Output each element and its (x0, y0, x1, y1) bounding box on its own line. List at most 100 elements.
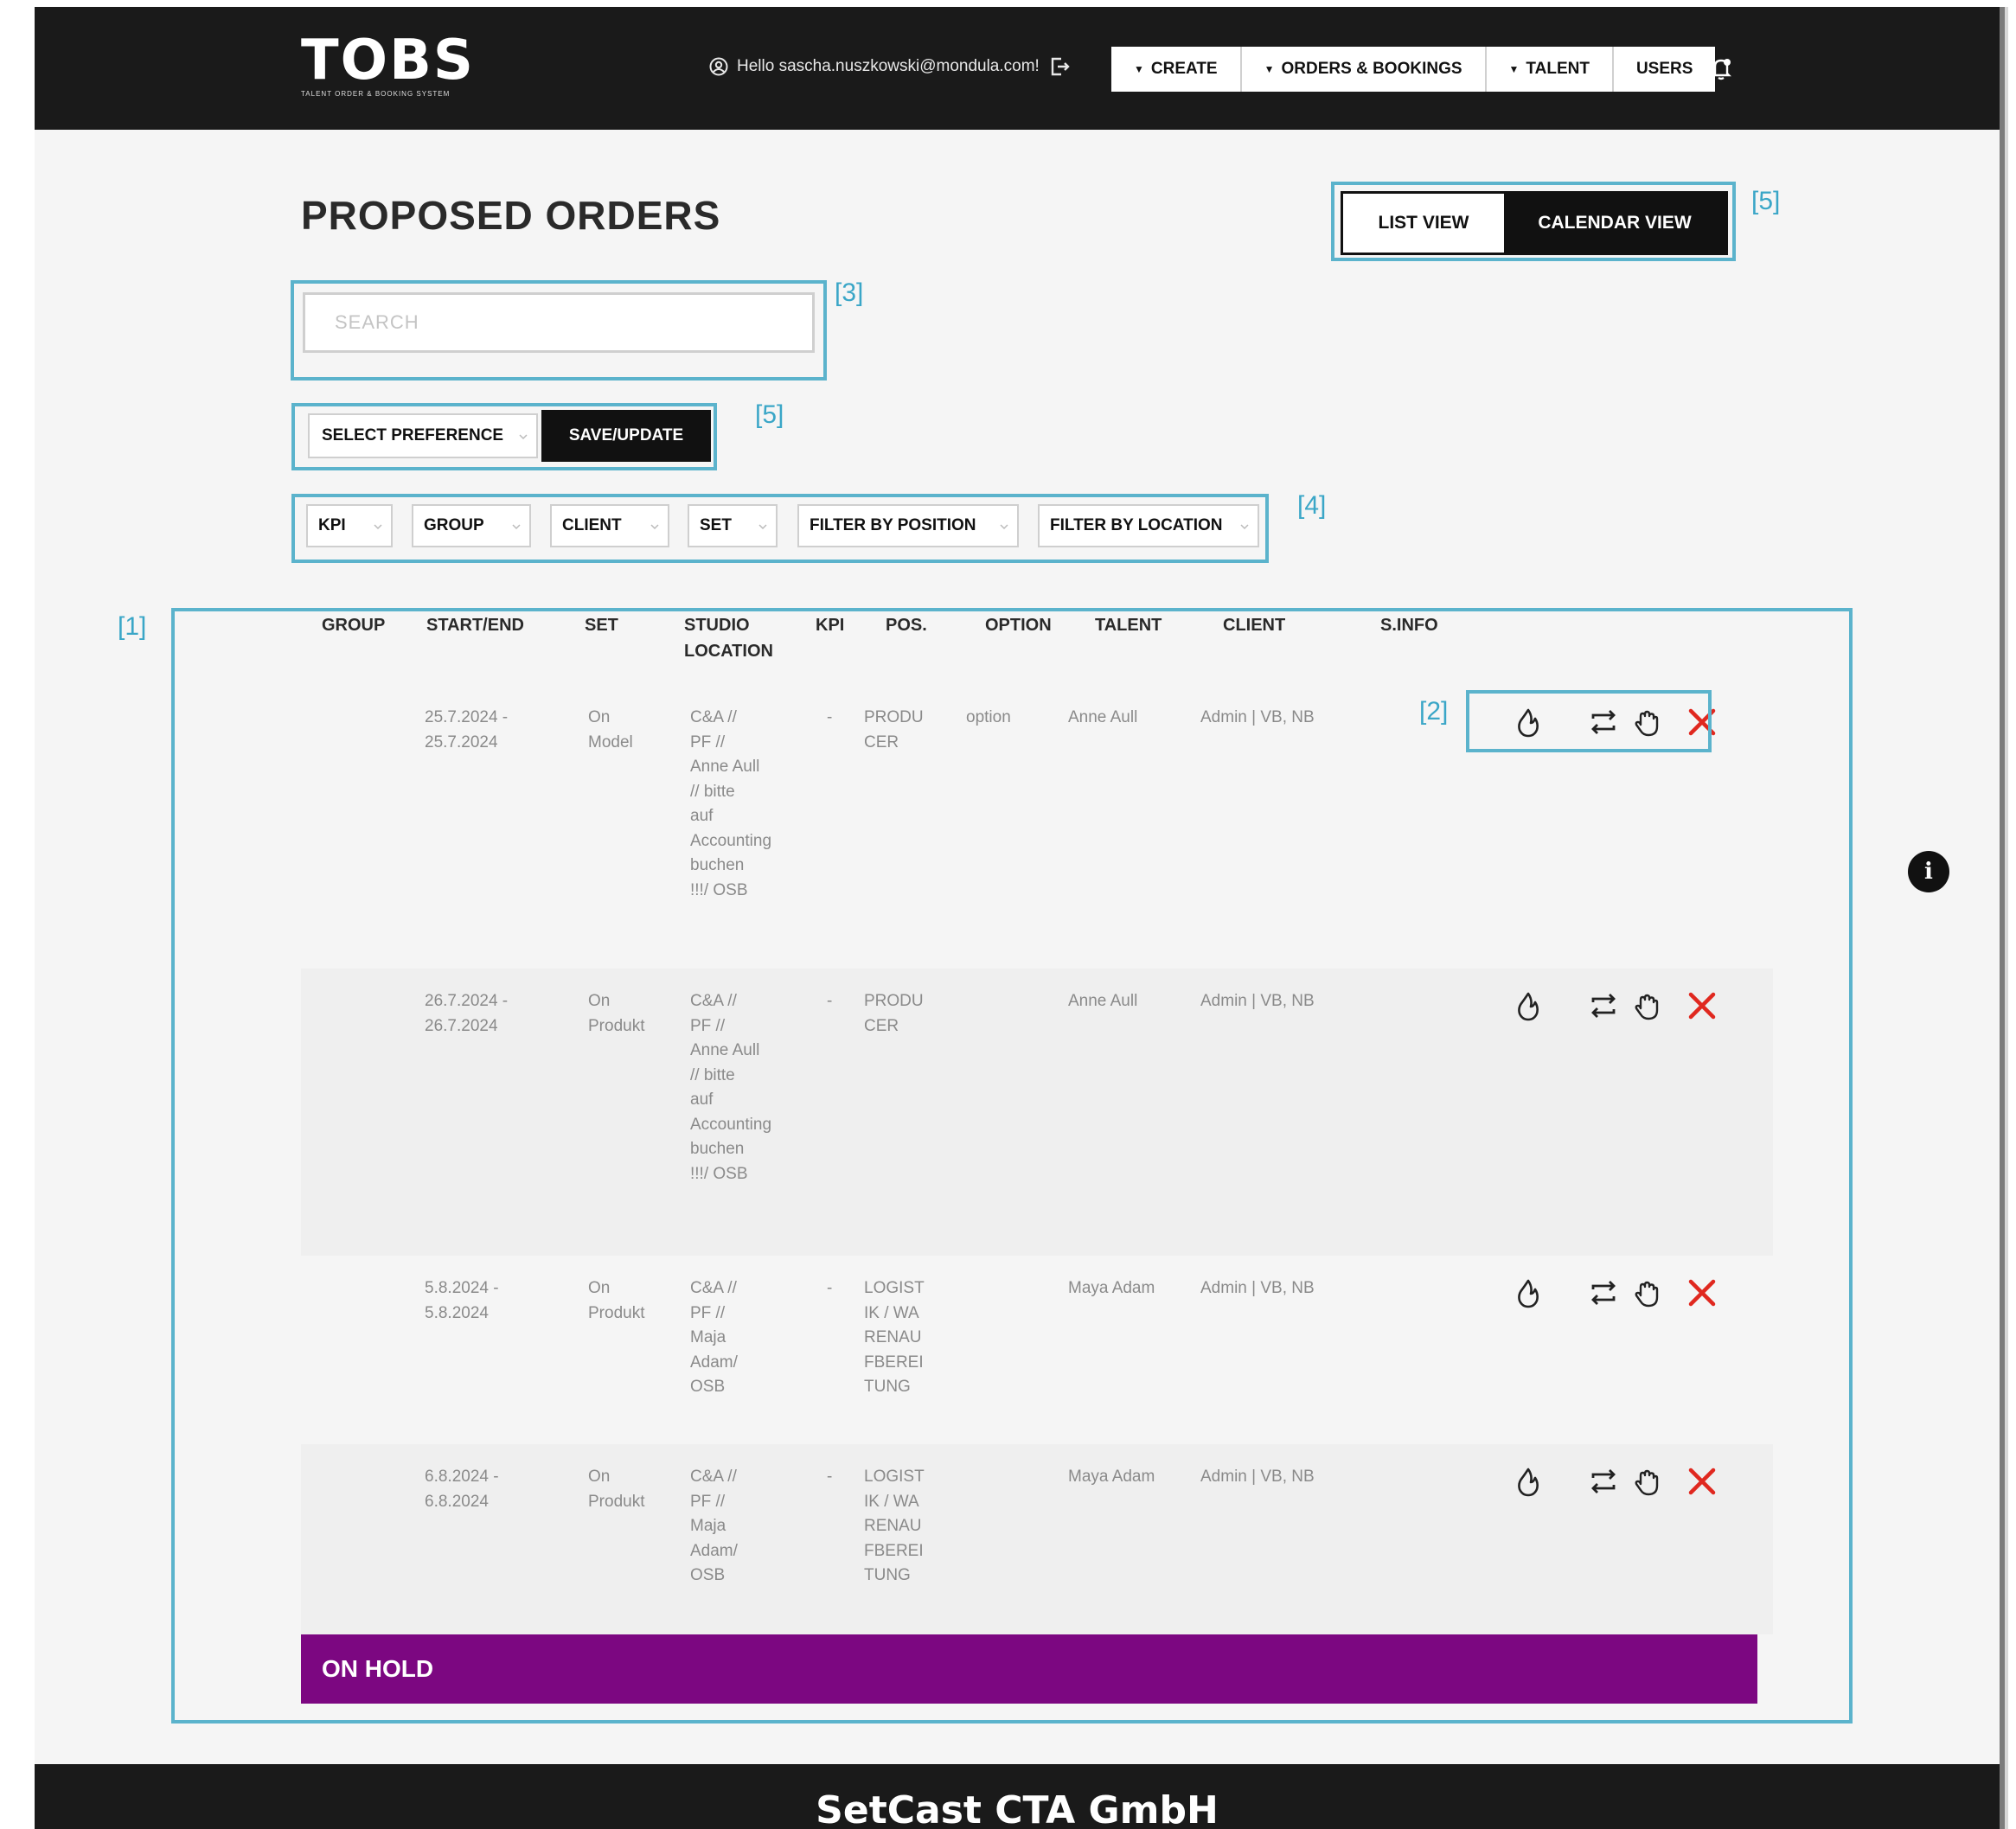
close-icon[interactable] (1687, 1278, 1717, 1308)
cell-studio-location: C&A // PF // Maja Adam/ OSB (690, 1468, 738, 1584)
swap-icon[interactable] (1588, 1467, 1619, 1496)
column-header-option[interactable]: OPTION (985, 612, 1052, 638)
greeting-text: Hello sascha.nuszkowski@mondula.com! (737, 57, 1040, 75)
cell-start-end: 26.7.2024 - 26.7.2024 (425, 992, 509, 1035)
caret-down-icon: ▼ (1508, 63, 1520, 75)
annotation-label: [1] (118, 612, 147, 641)
cell-pos: LOGISTIK / WARENAUFBEREITUNG (864, 1279, 925, 1396)
cell-client: Admin | VB, NB (1200, 992, 1315, 1010)
page-title: PROPOSED ORDERS (301, 193, 721, 238)
logo-text: TOBS (301, 29, 475, 93)
nav-create[interactable]: ▼ CREATE (1111, 47, 1242, 92)
nav-create-label: CREATE (1150, 60, 1218, 78)
filter-group[interactable]: GROUP (412, 504, 531, 547)
info-icon[interactable]: i (1908, 851, 1949, 892)
filter-location[interactable]: FILTER BY LOCATION (1038, 504, 1259, 547)
cell-set: On Produkt (588, 1468, 645, 1511)
close-icon[interactable] (1687, 1467, 1717, 1496)
filter-client[interactable]: CLIENT (550, 504, 669, 547)
column-header-pos[interactable]: POS. (886, 612, 927, 638)
logout-icon[interactable] (1048, 55, 1071, 78)
annotation-label: [4] (1297, 491, 1327, 520)
cell-kpi: - (827, 708, 833, 726)
column-header-group[interactable]: GROUP (322, 612, 385, 638)
on-hold-section-header[interactable]: ON HOLD (301, 1634, 1757, 1704)
nav-users[interactable]: USERS (1614, 47, 1715, 92)
cell-client: Admin | VB, NB (1200, 708, 1315, 726)
save-update-button[interactable]: SAVE/UPDATE (541, 410, 711, 462)
row-actions (1514, 1467, 1722, 1501)
chevron-down-icon (758, 524, 767, 530)
user-greeting: Hello sascha.nuszkowski@mondula.com! (709, 55, 1071, 78)
annotation-label: [5] (1751, 187, 1781, 215)
fire-icon[interactable] (1514, 1467, 1542, 1498)
calendar-view-button[interactable]: CALENDAR VIEW (1504, 194, 1725, 253)
fire-icon[interactable] (1514, 1278, 1542, 1309)
caret-down-icon: ▼ (1264, 63, 1275, 75)
user-icon (709, 57, 728, 76)
cell-talent: Anne Aull (1068, 992, 1138, 1010)
hand-icon[interactable] (1633, 991, 1661, 1022)
chevron-down-icon (374, 524, 382, 530)
cell-kpi: - (827, 992, 833, 1010)
filter-set[interactable]: SET (688, 504, 778, 547)
fire-icon[interactable] (1514, 991, 1542, 1022)
cell-talent: Anne Aull (1068, 708, 1138, 726)
column-header-set[interactable]: SET (585, 612, 618, 638)
row-actions (1514, 991, 1722, 1026)
filter-location-label: FILTER BY LOCATION (1050, 516, 1223, 534)
swap-icon[interactable] (1588, 1278, 1619, 1308)
cell-set: On Produkt (588, 1279, 645, 1322)
table-row: 26.7.2024 - 26.7.2024 On Produkt C&A // … (301, 969, 1773, 1256)
logo-tagline: TALENT ORDER & BOOKING SYSTEM (301, 90, 451, 98)
nav-users-label: USERS (1635, 60, 1693, 78)
hand-icon[interactable] (1633, 1278, 1661, 1309)
table-row: 6.8.2024 - 6.8.2024 On Produkt C&A // PF… (301, 1444, 1773, 1634)
filter-position[interactable]: FILTER BY POSITION (797, 504, 1019, 547)
preference-select-label: SELECT PREFERENCE (322, 426, 504, 444)
column-header-client[interactable]: CLIENT (1223, 612, 1285, 638)
column-header-sinfo[interactable]: S.INFO (1380, 612, 1438, 638)
notification-bell-icon[interactable] (1708, 55, 1734, 81)
view-toggle: LIST VIEW CALENDAR VIEW (1341, 191, 1728, 255)
filter-client-label: CLIENT (562, 516, 622, 534)
main-nav: ▼ CREATE ▼ ORDERS & BOOKINGS ▼ TALENT US… (1111, 47, 1716, 92)
filter-position-label: FILTER BY POSITION (810, 516, 976, 534)
annotation-label: [2] (1419, 697, 1449, 726)
nav-orders-label: ORDERS & BOOKINGS (1281, 60, 1462, 78)
filter-kpi[interactable]: KPI (306, 504, 393, 547)
chevron-down-icon (650, 524, 659, 530)
cell-set: On Produkt (588, 992, 645, 1035)
logo[interactable]: TOBS TALENT ORDER & BOOKING SYSTEM (301, 33, 475, 98)
column-header-studio-location[interactable]: STUDIO LOCATION (684, 612, 788, 664)
row-actions (1514, 1278, 1722, 1313)
cell-studio-location: C&A // PF // Maja Adam/ OSB (690, 1279, 738, 1396)
list-view-button[interactable]: LIST VIEW (1343, 194, 1504, 253)
footer-company: SetCast CTA GmbH (816, 1788, 1219, 1829)
swap-icon[interactable] (1588, 991, 1619, 1020)
filter-group-label: GROUP (424, 516, 484, 534)
filter-set-label: SET (700, 516, 732, 534)
cell-set: On Model (588, 708, 633, 751)
cell-start-end: 25.7.2024 - 25.7.2024 (425, 708, 509, 751)
cell-start-end: 6.8.2024 - 6.8.2024 (425, 1468, 499, 1511)
cell-studio-location: C&A // PF // Anne Aull // bitte auf Acco… (690, 992, 772, 1183)
close-icon[interactable] (1687, 991, 1717, 1020)
caret-down-icon: ▼ (1134, 63, 1144, 75)
table-row: 5.8.2024 - 5.8.2024 On Produkt C&A // PF… (301, 1256, 1773, 1444)
nav-orders-bookings[interactable]: ▼ ORDERS & BOOKINGS (1242, 47, 1487, 92)
cell-pos: LOGISTIK / WARENAUFBEREITUNG (864, 1468, 925, 1584)
preference-select[interactable]: SELECT PREFERENCE (308, 413, 538, 458)
column-header-start-end[interactable]: START/END (426, 612, 524, 638)
nav-talent[interactable]: ▼ TALENT (1487, 47, 1614, 92)
filter-kpi-label: KPI (318, 516, 346, 534)
top-navbar: TOBS TALENT ORDER & BOOKING SYSTEM Hello… (35, 7, 2000, 130)
column-header-kpi[interactable]: KPI (816, 612, 844, 638)
search-input[interactable]: SEARCH (303, 292, 815, 353)
cell-start-end: 5.8.2024 - 5.8.2024 (425, 1279, 499, 1322)
cell-studio-location: C&A // PF // Anne Aull // bitte auf Acco… (690, 708, 772, 899)
column-header-talent[interactable]: TALENT (1095, 612, 1162, 638)
cell-talent: Maya Adam (1068, 1279, 1155, 1297)
hand-icon[interactable] (1633, 1467, 1661, 1498)
annotation-label: [3] (835, 278, 864, 307)
